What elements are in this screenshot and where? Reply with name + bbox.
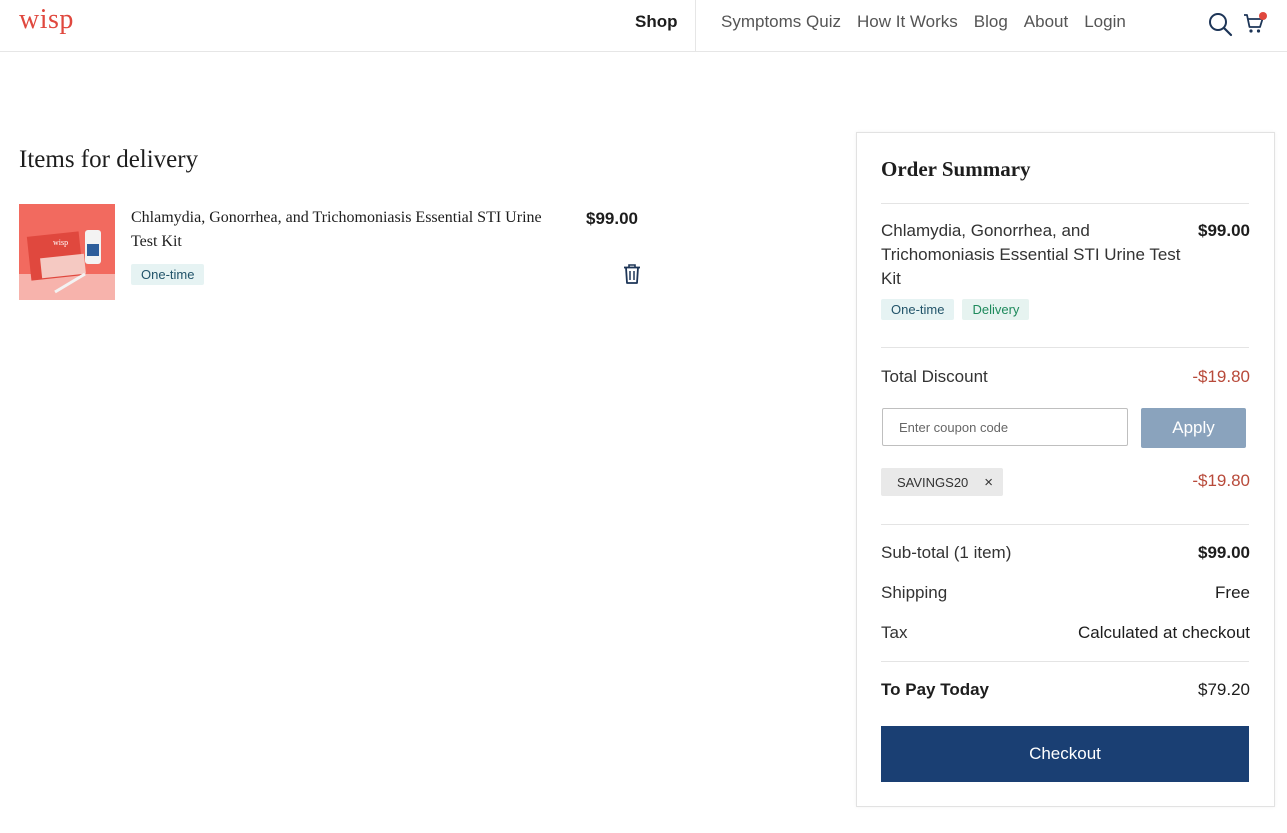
nav-symptoms-quiz[interactable]: Symptoms Quiz — [721, 12, 841, 32]
shipping-value: Free — [1215, 583, 1250, 602]
product-thumbnail[interactable]: wisp — [19, 204, 115, 300]
one-time-badge: One-time — [881, 299, 955, 320]
apply-coupon-button[interactable]: Apply — [1141, 408, 1246, 448]
applied-coupon-code: SAVINGS20 — [897, 474, 969, 490]
trash-icon[interactable] — [622, 263, 642, 290]
summary-product-tags: One-time Delivery — [881, 299, 1030, 320]
items-title: Items for delivery — [19, 146, 199, 173]
tax-label: Tax — [881, 623, 908, 642]
remove-coupon-icon[interactable]: × — [984, 474, 993, 491]
wisp-logo[interactable]: wisp — [19, 4, 74, 36]
divider — [881, 347, 1249, 348]
subtotal-value: $99.00 — [1198, 543, 1250, 562]
nav-login[interactable]: Login — [1084, 12, 1126, 32]
nav-shop[interactable]: Shop — [635, 12, 678, 32]
subtotal-label: Sub-total (1 item) — [881, 543, 1012, 562]
divider — [881, 524, 1249, 525]
thumbnail-label: wisp — [53, 238, 69, 247]
tax-value: Calculated at checkout — [1078, 623, 1250, 642]
one-time-badge: One-time — [131, 264, 205, 285]
cart-badge-dot — [1259, 12, 1267, 20]
summary-product-name: Chlamydia, Gonorrhea, and Trichomoniasis… — [881, 221, 1181, 288]
nav-about[interactable]: About — [1024, 12, 1068, 32]
to-pay-today-label: To Pay Today — [881, 680, 990, 699]
nav-divider — [695, 0, 696, 51]
search-icon[interactable] — [1207, 11, 1233, 42]
checkout-button[interactable]: Checkout — [881, 726, 1249, 782]
total-discount-value: -$19.80 — [1192, 367, 1250, 386]
shipping-label: Shipping — [881, 583, 948, 602]
total-discount-label: Total Discount — [881, 367, 988, 386]
delivery-badge: Delivery — [962, 299, 1030, 320]
nav-how-it-works[interactable]: How It Works — [857, 12, 958, 32]
order-summary-title: Order Summary — [881, 157, 1031, 181]
nav-blog[interactable]: Blog — [974, 12, 1008, 32]
site-header: wisp Shop Symptoms Quiz How It Works Blo… — [0, 0, 1287, 52]
divider — [881, 203, 1249, 204]
applied-coupon-chip: SAVINGS20 × — [881, 468, 1004, 496]
order-summary-card: Order Summary Chlamydia, Gonorrhea, and … — [856, 132, 1275, 807]
divider — [881, 661, 1249, 662]
cart-item-name[interactable]: Chlamydia, Gonorrhea, and Trichomoniasis… — [131, 206, 571, 254]
coupon-code-input[interactable] — [882, 408, 1128, 446]
cart-item-tag: One-time — [131, 264, 205, 285]
nav-links: Symptoms Quiz How It Works Blog About Lo… — [721, 12, 1126, 32]
applied-coupon-value: -$19.80 — [1192, 471, 1250, 490]
to-pay-today-value: $79.20 — [1198, 680, 1250, 699]
cart-item-price: $99.00 — [586, 209, 638, 228]
summary-product-price: $99.00 — [1198, 221, 1250, 240]
